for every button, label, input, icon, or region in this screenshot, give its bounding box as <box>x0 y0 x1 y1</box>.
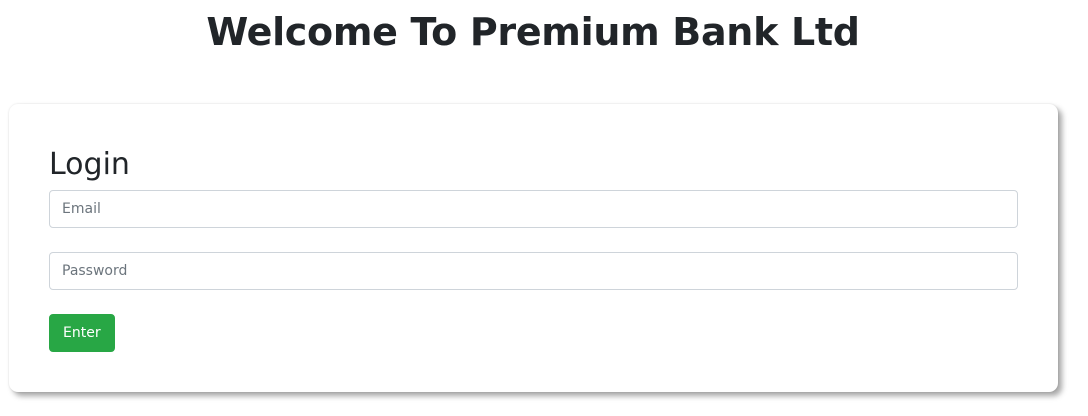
login-card: Login Enter <box>9 104 1058 392</box>
enter-button[interactable]: Enter <box>49 314 115 352</box>
page-title: Welcome To Premium Bank Ltd <box>206 10 860 54</box>
page: Welcome To Premium Bank Ltd Login Enter <box>0 0 1088 416</box>
password-field[interactable] <box>49 252 1018 290</box>
login-heading: Login <box>49 147 130 182</box>
email-field[interactable] <box>49 190 1018 228</box>
